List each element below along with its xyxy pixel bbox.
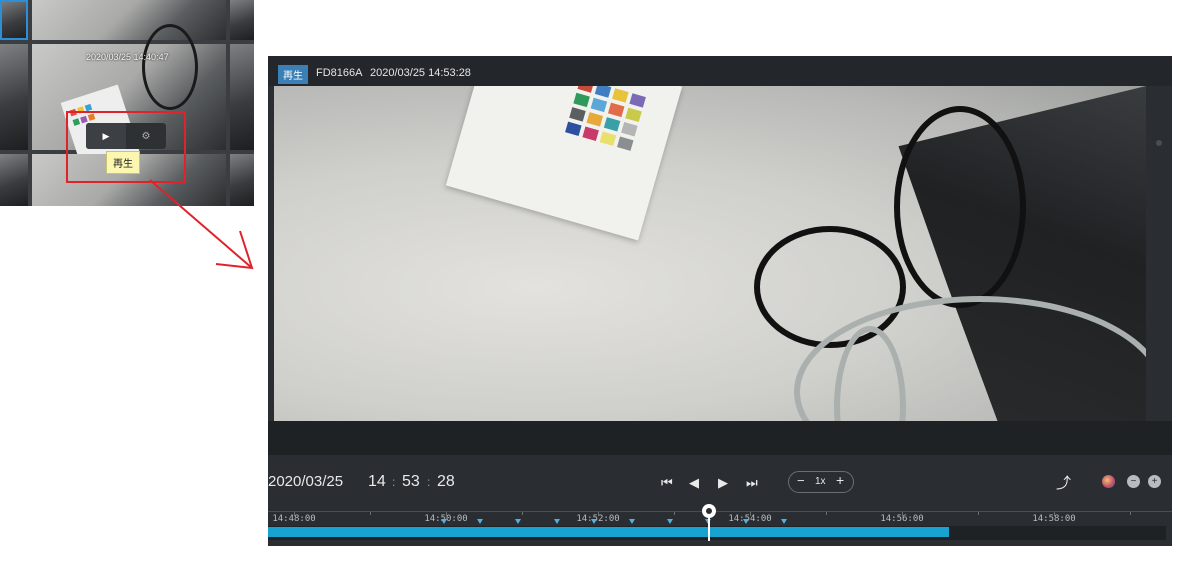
event-marker[interactable]: [441, 519, 447, 524]
play-icon: ▶: [718, 475, 728, 490]
skip-start-icon: ⏮: [661, 475, 673, 490]
time-separator: :: [392, 475, 396, 489]
skip-to-end-button[interactable]: ⏭: [746, 475, 758, 491]
timeline-label: 14:56:00: [880, 514, 924, 524]
speed-decrease-button[interactable]: −: [797, 473, 805, 488]
event-marker[interactable]: [554, 519, 560, 524]
timeline-minor-tick: [370, 512, 371, 515]
second-field[interactable]: 28: [437, 473, 455, 491]
thumbnail-cell[interactable]: [0, 154, 28, 206]
timeline-minor-tick: [674, 512, 675, 515]
event-marker[interactable]: [629, 519, 635, 524]
share-icon: ⤴: [1056, 475, 1072, 492]
zoom-out-button[interactable]: −: [1127, 475, 1140, 488]
timeline[interactable]: 14:48:00 14:50:00 14:52:00 14:54:00 14:56:00…: [268, 504, 1172, 546]
timeline-minor-tick: [826, 512, 827, 515]
playback-window: 再生 FD8166A 2020/03/25 14:53:28 2020/03/2…: [268, 56, 1172, 546]
minus-icon: −: [1130, 476, 1137, 487]
skip-to-start-button[interactable]: ⏮: [661, 475, 673, 491]
timeline-label: 14:52:00: [576, 514, 620, 524]
speed-increase-button[interactable]: +: [836, 472, 844, 488]
play-button[interactable]: ▶: [718, 475, 728, 491]
camera-name: FD8166A: [316, 67, 363, 79]
video-letterbox: [268, 421, 1172, 455]
step-back-button[interactable]: ◀: [689, 475, 699, 491]
timeline-minor-tick: [1130, 512, 1131, 515]
minute-field[interactable]: 53: [402, 473, 420, 491]
time-separator: :: [427, 475, 431, 489]
video-frame[interactable]: [274, 86, 1146, 421]
playback-date: 2020/03/25: [268, 473, 344, 490]
thumbnail-cell[interactable]: [0, 44, 28, 150]
timeline-label: 14:58:00: [1032, 514, 1076, 524]
event-marker[interactable]: [781, 519, 787, 524]
thumbnail-cell[interactable]: [0, 0, 28, 40]
event-marker[interactable]: [515, 519, 521, 524]
event-marker[interactable]: [477, 519, 483, 524]
timeline-minor-tick: [978, 512, 979, 515]
thumbnail-cell[interactable]: [230, 0, 254, 40]
recorded-range: [268, 527, 949, 537]
timeline-label: 14:54:00: [728, 514, 772, 524]
cable-image: [142, 24, 198, 110]
thumbnail-cell[interactable]: [230, 154, 254, 206]
color-adjust-button[interactable]: [1102, 475, 1115, 488]
thumbnail-cell[interactable]: [32, 0, 226, 40]
export-button[interactable]: ⤴: [1056, 472, 1071, 493]
hour-field[interactable]: 14: [368, 473, 386, 491]
highlight-box: [66, 111, 186, 183]
scroll-indicator: [1156, 140, 1162, 146]
playback-controls: 2020/03/25 14 : 53 : 28 ⏮ ◀ ▶ ⏭ − 1x + ⤴…: [268, 455, 1172, 511]
step-back-icon: ◀: [689, 475, 699, 490]
color-chart-paper: [445, 86, 683, 241]
zoom-in-button[interactable]: +: [1148, 475, 1161, 488]
thumbnail-cell[interactable]: [230, 44, 254, 150]
timeline-axis: [268, 511, 1172, 512]
skip-end-icon: ⏭: [746, 475, 758, 490]
event-marker[interactable]: [667, 519, 673, 524]
event-marker[interactable]: [591, 519, 597, 524]
speed-control: − 1x +: [788, 471, 854, 493]
playback-badge: 再生: [278, 65, 308, 84]
cable-image: [894, 106, 1026, 308]
timeline-label: 14:48:00: [272, 514, 316, 524]
event-marker[interactable]: [743, 519, 749, 524]
speed-value: 1x: [815, 476, 826, 487]
header-timestamp: 2020/03/25 14:53:28: [370, 67, 471, 79]
playhead-handle[interactable]: [702, 504, 717, 518]
player-header: 再生 FD8166A 2020/03/25 14:53:28: [268, 56, 1172, 86]
timeline-minor-tick: [522, 512, 523, 515]
plus-icon: +: [1151, 476, 1158, 487]
thumbnail-timestamp: 2020/03/25 14:40:47: [86, 52, 169, 62]
